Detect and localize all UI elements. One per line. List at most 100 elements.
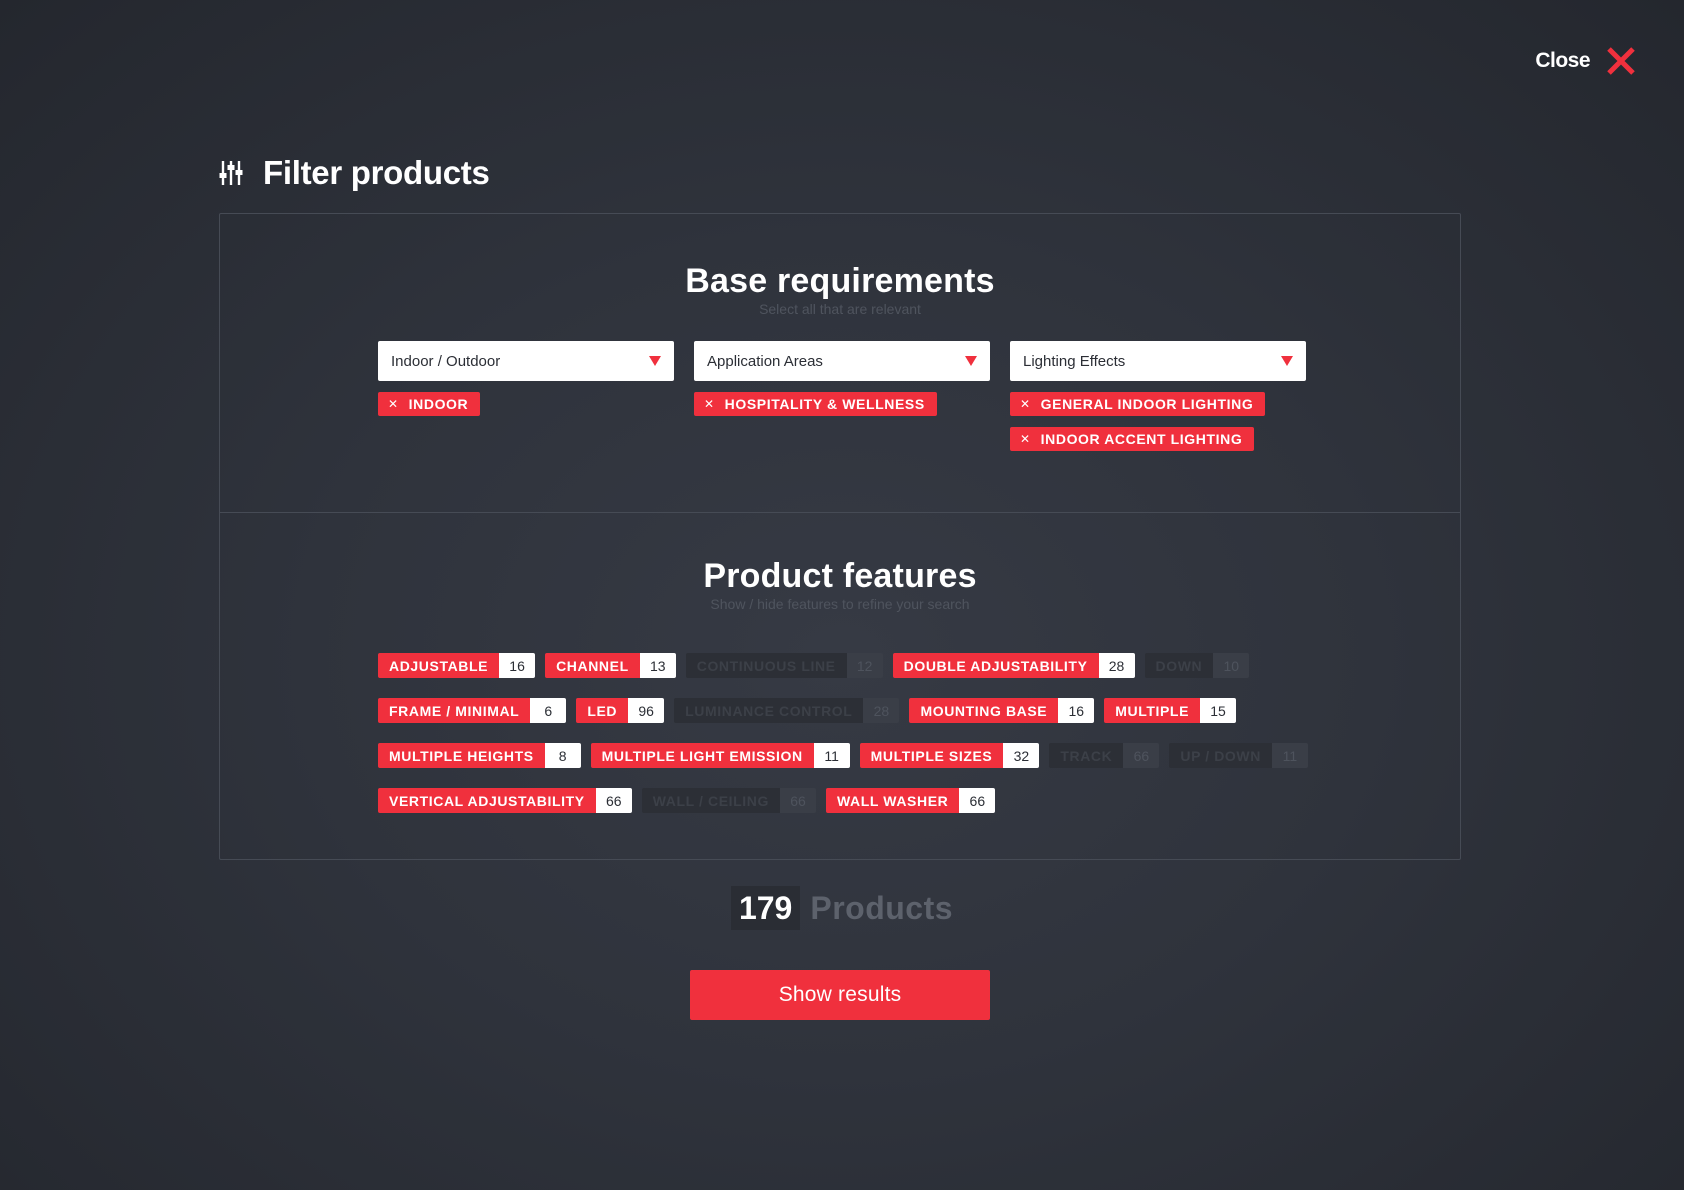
- product-features-section: Product features Show / hide features to…: [220, 513, 1460, 859]
- tag-count: 66: [780, 788, 816, 813]
- tag-label: VERTICAL ADJUSTABILITY: [378, 788, 596, 813]
- tag-label: MOUNTING BASE: [909, 698, 1059, 723]
- indoor-outdoor-column: Indoor / Outdoor ✕ INDOOR: [378, 341, 674, 451]
- tag-label: DOUBLE ADJUSTABILITY: [892, 653, 1099, 678]
- filter-panel: Base requirements Select all that are re…: [219, 213, 1461, 860]
- feature-tag-adjustable[interactable]: ADJUSTABLE 16: [378, 653, 536, 678]
- application-areas-column: Application Areas ✕ HOSPITALITY & WELLNE…: [694, 341, 990, 451]
- base-requirements-section: Base requirements Select all that are re…: [220, 214, 1460, 513]
- feature-tag-channel[interactable]: CHANNEL 13: [545, 653, 676, 678]
- feature-row: MULTIPLE HEIGHTS 8 MULTIPLE LIGHT EMISSIO…: [378, 743, 1338, 768]
- chip-label: INDOOR ACCENT LIGHTING: [1040, 431, 1243, 447]
- feature-tag-multiple-heights[interactable]: MULTIPLE HEIGHTS 8: [378, 743, 581, 768]
- tag-count: 66: [959, 788, 996, 813]
- tag-count: 12: [846, 653, 883, 678]
- close-label: Close: [1535, 49, 1590, 72]
- selected-chip[interactable]: ✕ INDOOR: [378, 392, 481, 416]
- tag-label: MULTIPLE SIZES: [859, 743, 1004, 768]
- close-icon: [1607, 47, 1635, 75]
- chip-label: INDOOR: [408, 396, 469, 412]
- feature-tag-double-adjustability[interactable]: DOUBLE ADJUSTABILITY 28: [892, 653, 1135, 678]
- tag-count: 13: [639, 653, 676, 678]
- tag-count: 15: [1200, 698, 1237, 723]
- feature-row: FRAME / MINIMAL 6 LED 96 LUMINANCE CONTROL…: [378, 698, 1338, 723]
- remove-icon: ✕: [1020, 432, 1031, 446]
- feature-tag-frame-minimal[interactable]: FRAME / MINIMAL 6: [378, 698, 567, 723]
- show-results-button[interactable]: Show results: [690, 970, 990, 1020]
- chip-label: HOSPITALITY & WELLNESS: [724, 396, 925, 412]
- tag-count: 28: [863, 698, 900, 723]
- chip-label: GENERAL INDOOR LIGHTING: [1040, 396, 1254, 412]
- tag-count: 11: [813, 743, 850, 768]
- remove-icon: ✕: [1020, 397, 1031, 411]
- tag-count: 16: [1058, 698, 1095, 723]
- sliders-icon: [219, 161, 243, 185]
- feature-tag-up-down[interactable]: UP / DOWN 11: [1169, 743, 1308, 768]
- tag-count: 66: [595, 788, 632, 813]
- selected-chips: ✕ HOSPITALITY & WELLNESS: [694, 381, 990, 416]
- tag-label: MULTIPLE: [1104, 698, 1201, 723]
- tag-count: 96: [628, 698, 665, 723]
- feature-tag-multiple[interactable]: MULTIPLE 15: [1104, 698, 1237, 723]
- results-count-number: 179: [730, 886, 801, 930]
- tag-label: UP / DOWN: [1169, 743, 1272, 768]
- product-features-title: Product features: [703, 557, 977, 595]
- feature-tag-wall-washer[interactable]: WALL WASHER 66: [826, 788, 996, 813]
- tag-label: ADJUSTABLE: [378, 653, 500, 678]
- feature-tag-led[interactable]: LED 96: [576, 698, 665, 723]
- selected-chip[interactable]: ✕ HOSPITALITY & WELLNESS: [694, 392, 937, 416]
- tag-label: DOWN: [1144, 653, 1214, 678]
- results-count-label: Products: [810, 889, 954, 926]
- tag-label: WALL / CEILING: [641, 788, 780, 813]
- caret-down-icon: [965, 356, 977, 366]
- feature-tag-luminance-control[interactable]: LUMINANCE CONTROL 28: [674, 698, 900, 723]
- tag-label: FRAME / MINIMAL: [378, 698, 531, 723]
- application-areas-select[interactable]: Application Areas: [694, 341, 990, 381]
- tag-label: MULTIPLE LIGHT EMISSION: [590, 743, 814, 768]
- select-label: Lighting Effects: [1023, 352, 1126, 370]
- caret-down-icon: [649, 356, 661, 366]
- feature-tag-multiple-sizes[interactable]: MULTIPLE SIZES 32: [859, 743, 1040, 768]
- selected-chips: ✕ INDOOR: [378, 381, 674, 416]
- base-selects: Indoor / Outdoor ✕ INDOOR Application Ar…: [378, 341, 1306, 451]
- tag-label: LUMINANCE CONTROL: [674, 698, 864, 723]
- tag-label: WALL WASHER: [826, 788, 960, 813]
- close-button[interactable]: Close: [1535, 46, 1636, 76]
- caret-down-icon: [1281, 356, 1293, 366]
- indoor-outdoor-select[interactable]: Indoor / Outdoor: [378, 341, 674, 381]
- tag-count: 10: [1213, 653, 1250, 678]
- tag-label: TRACK: [1049, 743, 1124, 768]
- page-header: Filter products: [219, 154, 490, 192]
- tag-count: 32: [1003, 743, 1040, 768]
- tag-count: 8: [544, 743, 581, 768]
- feature-tag-continuous-line[interactable]: CONTINUOUS LINE 12: [685, 653, 883, 678]
- page-title: Filter products: [263, 154, 490, 191]
- feature-tag-mounting-base[interactable]: MOUNTING BASE 16: [909, 698, 1095, 723]
- lighting-effects-select[interactable]: Lighting Effects: [1010, 341, 1306, 381]
- feature-row: ADJUSTABLE 16 CHANNEL 13 CONTINUOUS LINE 12…: [378, 653, 1338, 678]
- tag-count: 16: [499, 653, 536, 678]
- remove-icon: ✕: [388, 397, 399, 411]
- select-label: Application Areas: [707, 352, 823, 370]
- tag-count: 11: [1271, 743, 1308, 768]
- remove-icon: ✕: [704, 397, 715, 411]
- feature-tag-down[interactable]: DOWN 10: [1144, 653, 1250, 678]
- tag-count: 6: [530, 698, 567, 723]
- product-features-subtitle: Show / hide features to refine your sear…: [710, 596, 970, 612]
- tag-count: 28: [1098, 653, 1135, 678]
- results-count: 179 Products: [0, 886, 1684, 930]
- feature-row: VERTICAL ADJUSTABILITY 66 WALL / CEILING 6…: [378, 788, 1338, 813]
- base-requirements-title: Base requirements: [685, 262, 995, 300]
- feature-tag-vertical-adjustability[interactable]: VERTICAL ADJUSTABILITY 66: [378, 788, 632, 813]
- tag-label: CHANNEL: [545, 653, 640, 678]
- selected-chip[interactable]: ✕ INDOOR ACCENT LIGHTING: [1010, 427, 1255, 451]
- feature-tag-wall-ceiling[interactable]: WALL / CEILING 66: [641, 788, 816, 813]
- feature-tag-multiple-light-emission[interactable]: MULTIPLE LIGHT EMISSION 11: [590, 743, 850, 768]
- feature-tags: ADJUSTABLE 16 CHANNEL 13 CONTINUOUS LINE 12…: [378, 653, 1338, 813]
- lighting-effects-column: Lighting Effects ✕ GENERAL INDOOR LIGHTI…: [1010, 341, 1306, 451]
- select-label: Indoor / Outdoor: [391, 352, 501, 370]
- feature-tag-track[interactable]: TRACK 66: [1049, 743, 1160, 768]
- tag-label: CONTINUOUS LINE: [685, 653, 847, 678]
- tag-count: 66: [1123, 743, 1160, 768]
- selected-chip[interactable]: ✕ GENERAL INDOOR LIGHTING: [1010, 392, 1266, 416]
